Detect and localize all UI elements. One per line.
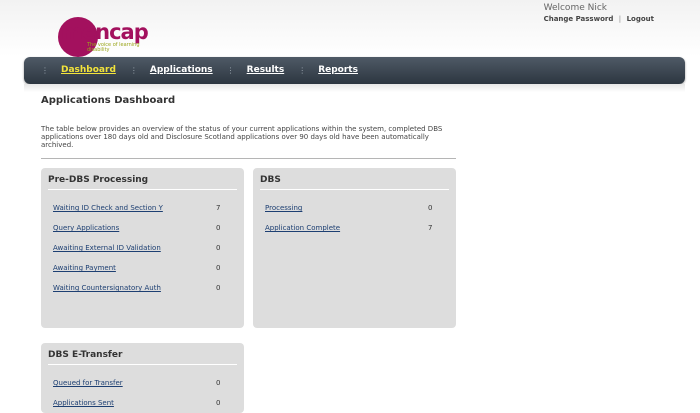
processing-count: 0 xyxy=(428,204,433,212)
panel-title: DBS xyxy=(260,175,281,185)
nav-separator: ⋮ xyxy=(298,65,307,75)
etransfer-panel: DBS E-Transfer Queued for Transfer 0 App… xyxy=(41,343,244,413)
change-password-link[interactable]: Change Password xyxy=(544,15,614,23)
logout-link[interactable]: Logout xyxy=(627,15,654,23)
nav-dashboard[interactable]: Dashboard xyxy=(61,65,116,75)
queued-transfer-link[interactable]: Queued for Transfer xyxy=(53,379,123,387)
mencap-logo[interactable]: mencap The voice of learning disability xyxy=(55,15,149,57)
intro-text: The table below provides an overview of … xyxy=(41,125,443,149)
user-links: Change Password | Logout xyxy=(544,15,654,23)
application-complete-link[interactable]: Application Complete xyxy=(265,224,340,232)
navbar-shadow xyxy=(24,84,685,92)
divider xyxy=(41,158,456,159)
nav-separator: ⋮ xyxy=(226,65,235,75)
waiting-id-check-link[interactable]: Waiting ID Check and Section Y xyxy=(53,204,163,212)
waiting-id-check-count: 7 xyxy=(216,204,221,212)
welcome-message: Welcome Nick xyxy=(543,3,607,13)
page-title: Applications Dashboard xyxy=(41,95,176,106)
user-area: Welcome Nick Change Password | Logout xyxy=(544,3,654,23)
query-applications-count: 0 xyxy=(216,224,221,232)
applications-sent-link[interactable]: Applications Sent xyxy=(53,399,114,407)
link-separator: | xyxy=(618,15,622,23)
pre-dbs-panel: Pre-DBS Processing Waiting ID Check and … xyxy=(41,168,244,328)
nav-results[interactable]: Results xyxy=(247,65,285,75)
nav-reports[interactable]: Reports xyxy=(318,65,358,75)
main-navbar: ⋮ Dashboard ⋮ Applications ⋮ Results ⋮ R… xyxy=(24,57,685,84)
panel-title: DBS E-Transfer xyxy=(48,350,123,360)
nav-applications[interactable]: Applications xyxy=(150,65,213,75)
panel-divider xyxy=(48,364,237,365)
panel-title: Pre-DBS Processing xyxy=(48,175,149,185)
applications-sent-count: 0 xyxy=(216,399,221,407)
countersignatory-auth-count: 0 xyxy=(216,284,221,292)
dbs-panel: DBS Processing 0 Application Complete 7 xyxy=(253,168,456,328)
queued-transfer-count: 0 xyxy=(216,379,221,387)
awaiting-payment-link[interactable]: Awaiting Payment xyxy=(53,264,116,272)
awaiting-payment-count: 0 xyxy=(216,264,221,272)
processing-link[interactable]: Processing xyxy=(265,204,302,212)
nav-separator: ⋮ xyxy=(129,65,138,75)
nav-separator: ⋮ xyxy=(41,65,49,75)
panel-divider xyxy=(260,189,449,190)
logo-wordmark: mencap xyxy=(61,20,149,44)
query-applications-link[interactable]: Query Applications xyxy=(53,224,119,232)
external-id-validation-link[interactable]: Awaiting External ID Validation xyxy=(53,244,161,252)
application-complete-count: 7 xyxy=(428,224,433,232)
panel-divider xyxy=(48,189,237,190)
external-id-validation-count: 0 xyxy=(216,244,221,252)
logo-tagline: The voice of learning disability xyxy=(87,42,140,53)
countersignatory-auth-link[interactable]: Waiting Countersignatory Auth xyxy=(53,284,161,292)
